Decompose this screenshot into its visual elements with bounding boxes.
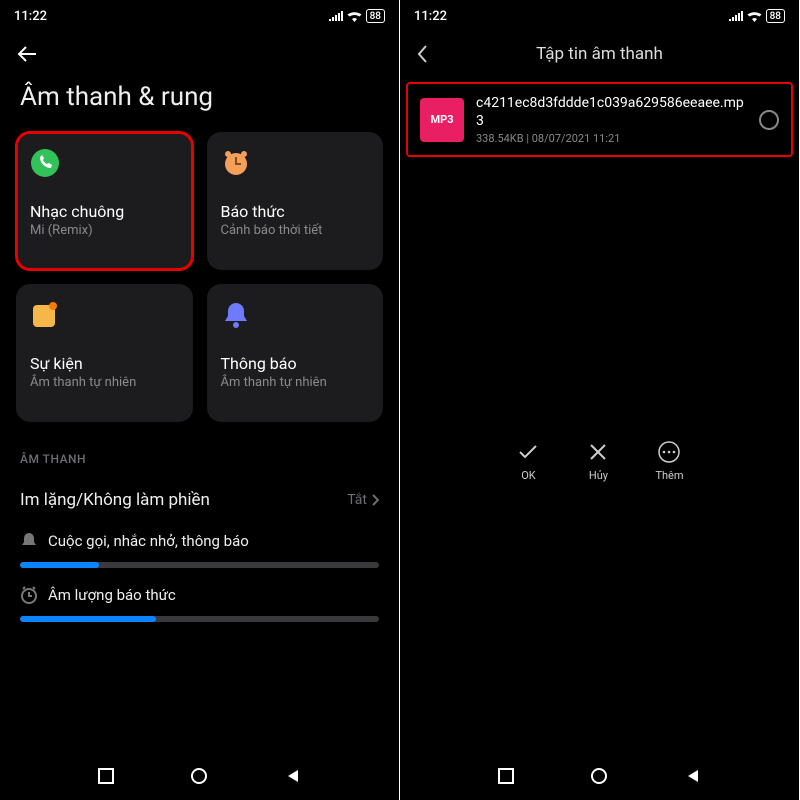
card-ringtone[interactable]: Nhạc chuông Mi (Remix) [16,132,193,270]
slider1-label: Cuộc gọi, nhắc nhở, thông báo [48,532,249,550]
alarm-icon [221,148,251,178]
topbar: Tập tin âm thanh [400,32,799,76]
page-title: Âm thanh & rung [0,76,399,132]
card-sub: Mi (Remix) [30,223,179,238]
nav-home-icon[interactable] [590,767,608,785]
ok-button[interactable]: OK [515,439,541,482]
check-icon [515,439,541,465]
nav-home-icon[interactable] [190,767,208,785]
slider1-track[interactable] [20,562,379,568]
statusbar: 11:22 88 [0,0,399,32]
status-time: 11:22 [414,9,447,24]
phone-right: 11:22 88 Tập tin âm thanh MP3 c4211ec8d3… [400,0,800,800]
statusbar: 11:22 88 [400,0,799,32]
card-sub: Âm thanh tự nhiên [30,375,179,390]
page-title: Tập tin âm thanh [536,44,663,64]
card-alarm[interactable]: Báo thức Cảnh báo thời tiết [207,132,384,270]
meta-sep: | [526,132,529,145]
mp3-badge: MP3 [420,98,464,142]
card-label: Thông báo [221,354,370,373]
slider2-label: Âm lượng báo thức [48,586,176,604]
back-arrow-icon[interactable] [16,42,40,66]
card-notification[interactable]: Thông báo Âm thanh tự nhiên [207,284,384,422]
radio-unselected[interactable] [759,110,779,130]
slider2[interactable] [0,610,399,628]
bottom-actions: OK Hủy Thêm [400,425,799,490]
calendar-icon [30,300,60,330]
dnd-label: Im lặng/Không làm phiền [20,490,210,510]
nav-back-icon[interactable] [685,768,701,784]
card-label: Sự kiện [30,354,179,373]
card-sub: Âm thanh tự nhiên [221,375,370,390]
more-icon [656,439,682,465]
slider1-row: Cuộc gọi, nhắc nhở, thông báo [0,520,399,556]
file-size: 338.54KB [476,132,524,145]
ok-label: OK [521,469,535,482]
back-chevron-icon[interactable] [416,44,428,64]
bell-icon [221,300,251,330]
status-time: 11:22 [14,9,47,24]
topbar [0,32,399,76]
alarm-small-icon [20,586,38,604]
slider1[interactable] [0,556,399,574]
card-label: Báo thức [221,202,370,221]
nav-back-icon[interactable] [285,768,301,784]
wifi-icon [747,11,762,22]
section-header: ÂM THANH [0,422,399,480]
card-label: Nhạc chuông [30,202,179,221]
dnd-value: Tắt [347,492,367,508]
nav-recent-icon[interactable] [98,768,114,784]
close-icon [585,439,611,465]
chevron-right-icon [371,494,379,506]
phone-left: 11:22 88 Âm thanh & rung Nhạc chuông Mi … [0,0,400,800]
slider2-row: Âm lượng báo thức [0,574,399,610]
file-name: c4211ec8d3fddde1c039a629586eeaee.mp3 [476,94,747,130]
cancel-label: Hủy [589,469,608,482]
signal-icon [729,11,743,21]
file-row[interactable]: MP3 c4211ec8d3fddde1c039a629586eeaee.mp3… [408,84,791,155]
battery-level: 88 [766,9,785,23]
signal-icon [329,11,343,21]
slider2-track[interactable] [20,616,379,622]
nav-recent-icon[interactable] [498,768,514,784]
card-sub: Cảnh báo thời tiết [221,223,370,238]
card-event[interactable]: Sự kiện Âm thanh tự nhiên [16,284,193,422]
bell-small-icon [20,532,38,550]
row-dnd[interactable]: Im lặng/Không làm phiền Tắt [0,480,399,520]
file-date: 08/07/2021 11:21 [532,132,621,145]
phone-icon [30,148,60,178]
wifi-icon [347,11,362,22]
more-button[interactable]: Thêm [655,439,683,482]
cancel-button[interactable]: Hủy [585,439,611,482]
more-label: Thêm [655,469,683,482]
android-navbar [0,752,399,800]
battery-level: 88 [366,9,385,23]
cards-grid: Nhạc chuông Mi (Remix) Báo thức Cảnh báo… [0,132,399,422]
android-navbar [400,752,799,800]
